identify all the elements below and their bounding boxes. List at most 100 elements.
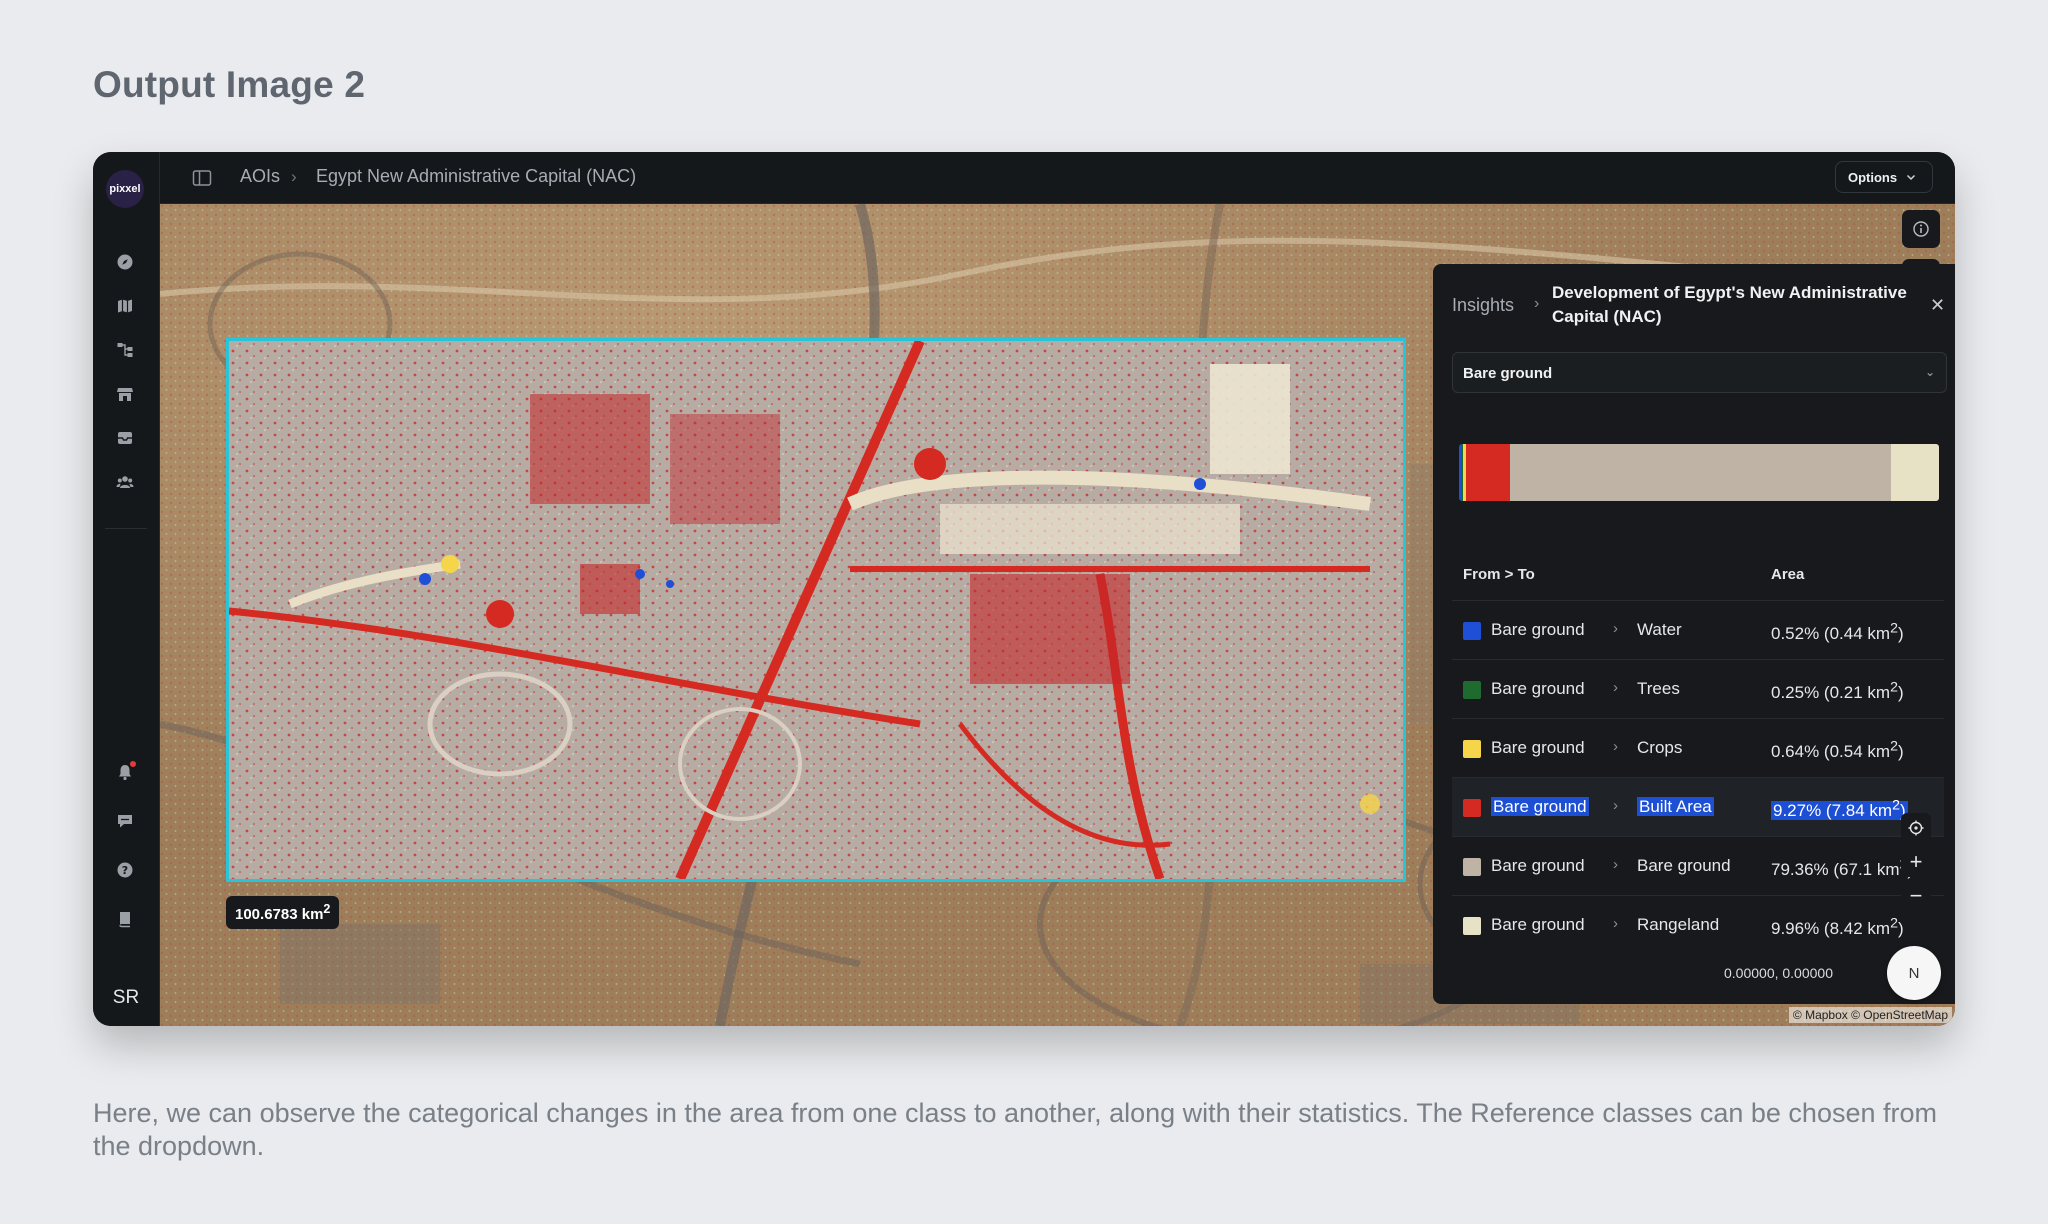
area-close-paren: ) xyxy=(1897,623,1904,643)
breadcrumb-separator: › xyxy=(291,167,297,186)
notification-dot xyxy=(130,761,136,767)
transition-row[interactable]: Bare ground › Crops 0.64% (0.54 km2) xyxy=(1452,718,1944,777)
from-class-label: Bare ground xyxy=(1491,856,1585,875)
aoi-area-badge: 100.6783 km2 xyxy=(226,896,340,929)
breadcrumb-current-aoi[interactable]: Egypt New Administrative Capital (NAC) xyxy=(316,166,636,187)
to-class-label: Rangeland xyxy=(1637,915,1720,934)
sidebar-toggle-icon[interactable] xyxy=(191,167,213,189)
class-color-swatch xyxy=(1463,681,1481,699)
options-button[interactable]: Options xyxy=(1835,161,1933,193)
chevron-right-icon: › xyxy=(1613,679,1618,696)
compass-icon[interactable] xyxy=(113,250,137,274)
to-class-label: Water xyxy=(1637,620,1682,639)
stacked-bar-segment xyxy=(1510,444,1892,501)
class-color-swatch xyxy=(1463,858,1481,876)
svg-text:?: ? xyxy=(122,864,128,877)
area-unit-exponent: 2 xyxy=(1892,797,1900,813)
area-value: 0.64% (0.54 km2) xyxy=(1771,738,1904,761)
bell-icon[interactable] xyxy=(113,760,137,784)
breadcrumb-aois[interactable]: AOIs xyxy=(240,166,280,187)
from-class-label: Bare ground xyxy=(1491,915,1585,934)
to-class-label: Crops xyxy=(1637,738,1683,757)
area-text: 9.96% (8.42 km xyxy=(1771,918,1891,938)
area-text: 0.25% (0.21 km xyxy=(1771,682,1891,702)
transition-row[interactable]: Bare ground › Bare ground 79.36% (67.1 km2) xyxy=(1452,836,1944,895)
class-change-stacked-bar xyxy=(1459,444,1939,501)
stacked-bar-segment xyxy=(1465,444,1511,501)
area-unit-exponent: 2 xyxy=(1890,738,1898,754)
area-value: 9.96% (8.42 km2) xyxy=(1771,915,1904,938)
chevron-right-icon: › xyxy=(1613,620,1618,637)
area-unit-exponent: 2 xyxy=(1890,679,1898,695)
map-canvas[interactable]: 100.6783 km2 Insights › Development of E… xyxy=(160,204,1955,1026)
compass-button[interactable]: N xyxy=(1887,946,1941,1000)
transition-row[interactable]: Bare ground › Water 0.52% (0.44 km2) xyxy=(1452,600,1944,659)
column-header-from-to: From > To xyxy=(1463,566,1535,583)
transition-row[interactable]: Bare ground › Built Area 9.27% (7.84 km2) xyxy=(1452,777,1944,836)
compass-north-label: N xyxy=(1908,964,1920,982)
book-icon[interactable] xyxy=(113,907,137,931)
stacked-bar-segment xyxy=(1891,444,1939,501)
panel-breadcrumb-separator: › xyxy=(1534,295,1540,312)
area-close-paren: ) xyxy=(1897,741,1904,761)
workflow-icon[interactable] xyxy=(113,338,137,362)
help-icon[interactable]: ? xyxy=(113,858,137,882)
area-value: 0.52% (0.44 km2) xyxy=(1771,620,1904,643)
aoi-boundary[interactable] xyxy=(226,338,1406,882)
aoi-area-unit-exponent: 2 xyxy=(323,902,331,916)
area-text: 0.64% (0.54 km xyxy=(1771,741,1891,761)
class-color-swatch xyxy=(1463,799,1481,817)
map-attribution[interactable]: © Mapbox © OpenStreetMap xyxy=(1788,1007,1952,1023)
page-heading: Output Image 2 xyxy=(93,64,366,105)
chevron-down-icon: ⌄ xyxy=(1924,365,1935,379)
top-bar: AOIs › Egypt New Administrative Capital … xyxy=(160,152,1955,204)
class-color-swatch xyxy=(1463,740,1481,758)
insights-panel: Insights › Development of Egypt's New Ad… xyxy=(1433,264,1955,1004)
from-class-label: Bare ground xyxy=(1491,679,1585,698)
panel-breadcrumb-insights[interactable]: Insights xyxy=(1452,295,1514,316)
to-class-label: Bare ground xyxy=(1637,856,1731,875)
to-class-label: Built Area xyxy=(1637,797,1714,816)
left-navigation: pixxel ? SR xyxy=(93,152,160,1026)
caption: Here, we can observe the categorical cha… xyxy=(93,1098,1937,1161)
archive-icon[interactable] xyxy=(113,426,137,450)
area-unit-exponent: 2 xyxy=(1890,915,1898,931)
dropdown-value: Bare ground xyxy=(1463,365,1553,382)
team-icon[interactable] xyxy=(113,470,137,494)
area-close-paren: ) xyxy=(1897,682,1904,702)
chevron-right-icon: › xyxy=(1613,797,1618,814)
chevron-right-icon: › xyxy=(1613,856,1618,873)
from-class-label: Bare ground xyxy=(1491,738,1585,757)
transition-row[interactable]: Bare ground › Trees 0.25% (0.21 km2) xyxy=(1452,659,1944,718)
area-value: 79.36% (67.1 km2) xyxy=(1771,856,1913,879)
zoom-out-button[interactable]: − xyxy=(1901,881,1931,911)
nav-divider xyxy=(105,528,147,529)
chevron-down-icon xyxy=(1907,174,1916,181)
column-header-area: Area xyxy=(1771,566,1805,583)
pixxel-logo[interactable]: pixxel xyxy=(106,170,144,208)
store-icon[interactable] xyxy=(113,382,137,406)
close-icon[interactable]: ✕ xyxy=(1930,295,1945,316)
aoi-area-value: 100.6783 km xyxy=(235,906,324,923)
class-color-swatch xyxy=(1463,917,1481,935)
area-text: 0.52% (0.44 km xyxy=(1771,623,1891,643)
to-class-label: Trees xyxy=(1637,679,1680,698)
from-class-label: Bare ground xyxy=(1491,797,1589,816)
chevron-right-icon: › xyxy=(1613,738,1618,755)
area-value: 9.27% (7.84 km2) xyxy=(1771,797,1908,820)
user-avatar[interactable]: SR xyxy=(104,976,148,1020)
map-icon[interactable] xyxy=(113,294,137,318)
area-close-paren: ) xyxy=(1897,918,1904,938)
app-window: pixxel ? SR AOIs › Egypt New Administrat… xyxy=(93,152,1955,1026)
options-label: Options xyxy=(1848,169,1898,185)
locate-icon[interactable] xyxy=(1901,813,1931,843)
transition-row[interactable]: Bare ground › Rangeland 9.96% (8.42 km2) xyxy=(1452,895,1944,954)
info-icon[interactable] xyxy=(1902,210,1940,248)
coordinate-readout: 0.00000, 0.00000 xyxy=(1715,960,1842,986)
zoom-in-button[interactable]: + xyxy=(1901,847,1931,877)
reference-class-dropdown[interactable]: Bare ground ⌄ xyxy=(1452,352,1947,393)
area-unit-exponent: 2 xyxy=(1890,620,1898,636)
chat-icon[interactable] xyxy=(113,809,137,833)
panel-title: Development of Egypt's New Administrativ… xyxy=(1552,283,1907,326)
chevron-right-icon: › xyxy=(1613,915,1618,932)
